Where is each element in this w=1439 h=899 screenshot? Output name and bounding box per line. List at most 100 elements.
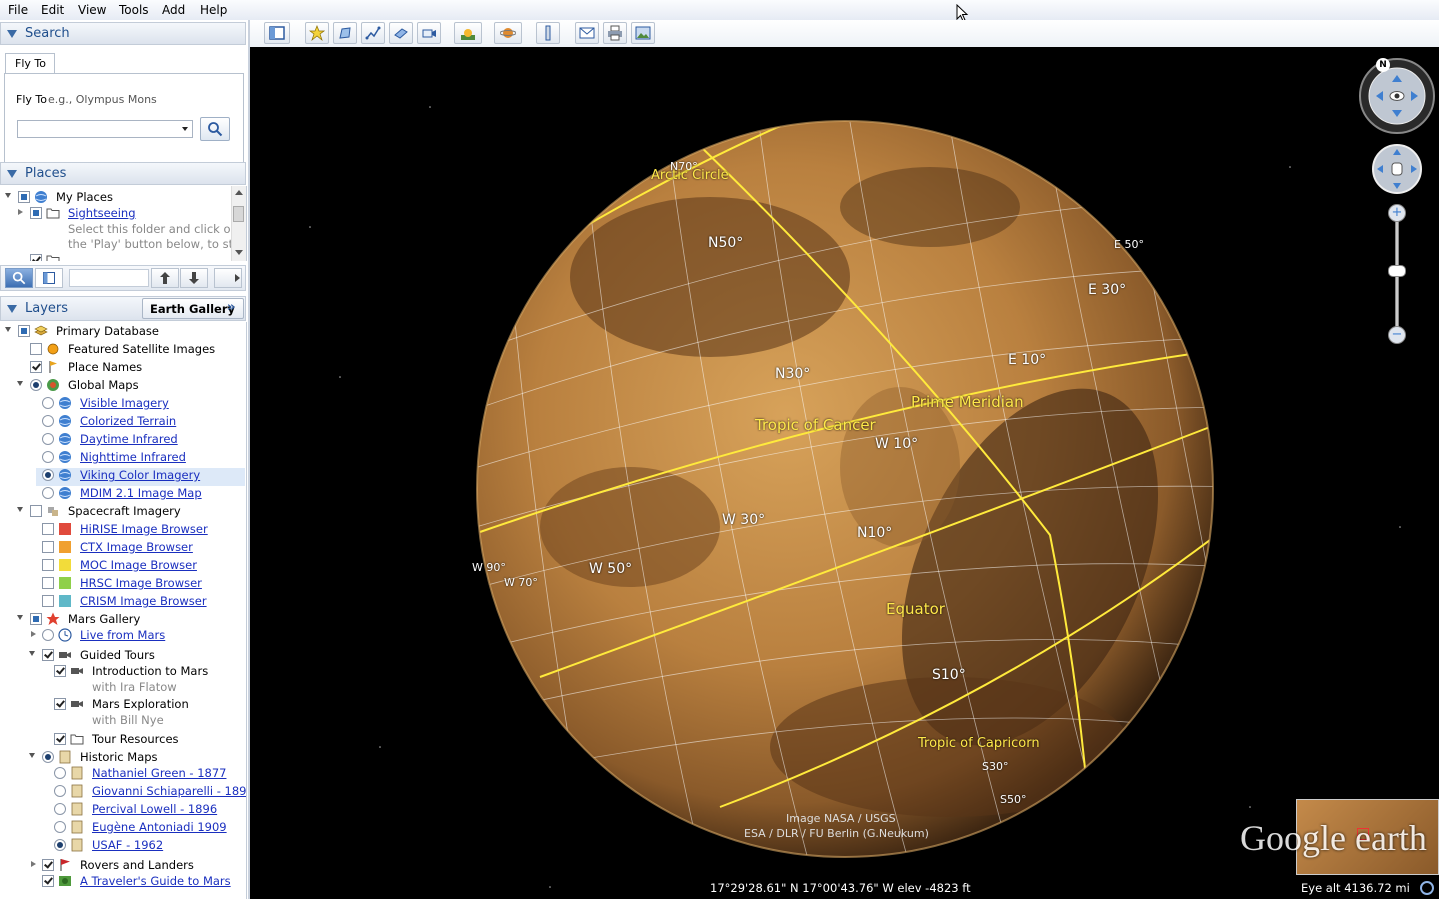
checkbox[interactable] [42, 577, 54, 589]
checkbox[interactable] [30, 505, 42, 517]
places-panel-header[interactable]: Places [0, 162, 246, 185]
radio-button[interactable] [42, 415, 54, 427]
fly-to-input[interactable] [17, 120, 193, 138]
menu-view[interactable]: View [78, 3, 106, 17]
scroll-down-icon[interactable] [235, 250, 243, 255]
checkbox[interactable] [42, 595, 54, 607]
tree-row-historic-item[interactable]: Percival Lowell - 1896 [0, 802, 240, 818]
search-panel-header[interactable]: Search [0, 22, 246, 45]
tree-row-partial[interactable] [0, 253, 230, 261]
tree-label[interactable]: Viking Color Imagery [80, 468, 200, 482]
radio-button[interactable] [54, 767, 66, 779]
compass-north-icon[interactable]: N [1376, 58, 1390, 72]
tree-row-exploration-tour[interactable]: Mars Exploration [0, 697, 240, 713]
tree-label[interactable]: Giovanni Schiaparelli - 1890 [92, 784, 247, 798]
sunlight-button[interactable] [454, 22, 482, 44]
tab-fly-to[interactable]: Fly To [5, 53, 55, 73]
expand-arrow-icon[interactable] [31, 861, 36, 867]
expand-arrow-icon[interactable] [18, 209, 23, 215]
checkbox[interactable] [18, 191, 30, 203]
add-polygon-button[interactable] [333, 22, 357, 44]
tree-row-mars-gallery[interactable]: Mars Gallery [0, 612, 240, 628]
earth-gallery-button[interactable]: Earth Gallery » [142, 298, 244, 319]
expand-arrow-icon[interactable] [29, 753, 35, 758]
checkbox[interactable] [30, 343, 42, 355]
menu-file[interactable]: File [8, 3, 28, 17]
radio-button[interactable] [30, 379, 42, 391]
tree-row-global-item[interactable]: Visible Imagery [0, 396, 240, 412]
record-tour-button[interactable] [417, 22, 441, 44]
radio-button[interactable] [42, 629, 54, 641]
tree-label[interactable]: Colorized Terrain [80, 414, 176, 428]
radio-button[interactable] [42, 751, 54, 763]
tree-row-global-item[interactable]: MDIM 2.1 Image Map [0, 486, 240, 502]
tree-row-tour-resources[interactable]: Tour Resources [0, 732, 240, 748]
radio-button[interactable] [54, 821, 66, 833]
menu-edit[interactable]: Edit [41, 3, 64, 17]
tree-label[interactable]: HiRISE Image Browser [80, 522, 208, 536]
tree-label[interactable]: CRISM Image Browser [80, 594, 207, 608]
menu-tools[interactable]: Tools [119, 3, 149, 17]
tree-label[interactable]: Live from Mars [80, 628, 165, 642]
checkbox[interactable] [42, 859, 54, 871]
switch-planet-button[interactable] [494, 22, 522, 44]
move-control[interactable] [1371, 143, 1423, 195]
radio-button[interactable] [42, 433, 54, 445]
tree-label[interactable]: A Traveler's Guide to Mars [80, 874, 231, 888]
checkbox[interactable] [18, 325, 30, 337]
zoom-out-icon[interactable]: − [1388, 326, 1406, 344]
layers-panel-header[interactable]: Layers Earth Gallery » [0, 296, 246, 321]
add-path-button[interactable] [361, 22, 385, 44]
save-image-button[interactable] [631, 22, 655, 44]
checkbox[interactable] [54, 665, 66, 677]
checkbox[interactable] [54, 733, 66, 745]
radio-button[interactable] [42, 487, 54, 499]
tree-row-live-from-mars[interactable]: Live from Mars [0, 628, 240, 644]
tree-row-primary-database[interactable]: Primary Database [0, 324, 240, 340]
tree-label[interactable]: Nathaniel Green - 1877 [92, 766, 226, 780]
tree-row-spacecraft-item[interactable]: HRSC Image Browser [0, 576, 240, 592]
places-scrollbar[interactable] [231, 186, 246, 261]
tree-label[interactable]: Percival Lowell - 1896 [92, 802, 217, 816]
radio-button[interactable] [42, 451, 54, 463]
radio-button[interactable] [54, 839, 66, 851]
places-panel-button[interactable] [35, 268, 63, 288]
places-filter-input[interactable] [69, 269, 149, 287]
expand-arrow-icon[interactable] [5, 327, 11, 332]
tree-row-historic-item[interactable]: Eugène Antoniadi 1909 [0, 820, 240, 836]
zoom-thumb[interactable] [1388, 265, 1406, 277]
checkbox[interactable] [42, 649, 54, 661]
scroll-thumb[interactable] [233, 206, 244, 222]
tree-row-spacecraft-item[interactable]: MOC Image Browser [0, 558, 240, 574]
tree-row-global-item-selected[interactable]: Viking Color Imagery [0, 468, 240, 484]
search-button[interactable] [200, 117, 230, 141]
ruler-button[interactable] [536, 22, 560, 44]
tree-label[interactable]: CTX Image Browser [80, 540, 193, 554]
checkbox[interactable] [42, 541, 54, 553]
tree-row-historic-item[interactable]: Nathaniel Green - 1877 [0, 766, 240, 782]
tree-row-global-item[interactable]: Colorized Terrain [0, 414, 240, 430]
mars-globe[interactable] [250, 47, 1439, 899]
tree-row-my-places[interactable]: My Places [0, 190, 230, 206]
look-control[interactable]: N [1358, 57, 1436, 135]
zoom-slider[interactable]: + − [1387, 204, 1407, 344]
checkbox[interactable] [54, 698, 66, 710]
checkbox[interactable] [42, 875, 54, 887]
expand-arrow-icon[interactable] [5, 193, 11, 198]
dropdown-arrow-icon[interactable] [182, 127, 188, 131]
checkbox[interactable] [42, 559, 54, 571]
radio-button[interactable] [54, 803, 66, 815]
tree-label[interactable]: Nighttime Infrared [80, 450, 186, 464]
tree-row-spacecraft-item[interactable]: HiRISE Image Browser [0, 522, 240, 538]
tree-row-global-item[interactable]: Daytime Infrared [0, 432, 240, 448]
checkbox[interactable] [30, 254, 42, 261]
expand-arrow-icon[interactable] [31, 631, 36, 637]
tree-row-place-names[interactable]: Place Names [0, 360, 240, 376]
tree-label[interactable]: Eugène Antoniadi 1909 [92, 820, 227, 834]
checkbox[interactable] [42, 523, 54, 535]
tree-row-spacecraft-item[interactable]: CTX Image Browser [0, 540, 240, 556]
add-image-overlay-button[interactable] [389, 22, 413, 44]
menu-add[interactable]: Add [162, 3, 185, 17]
menu-help[interactable]: Help [200, 3, 227, 17]
zoom-in-icon[interactable]: + [1388, 204, 1406, 222]
